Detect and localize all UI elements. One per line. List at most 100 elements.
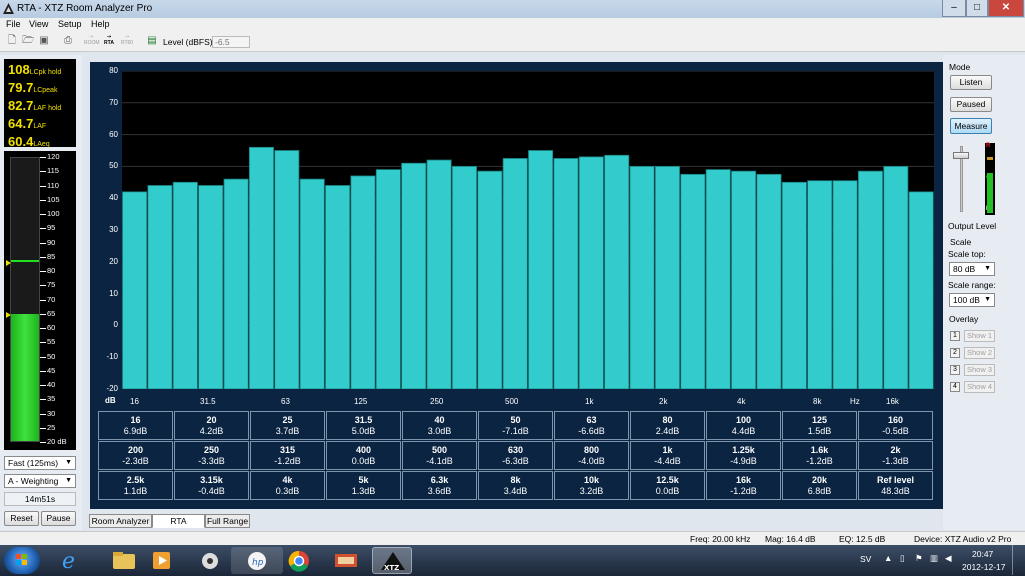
overlay-select-2[interactable]: 2 [950,348,960,358]
band-frequency: 1.6k [810,445,829,455]
level-lcpk-hold: 108LCpk hold [8,62,62,77]
y-tick-label: 80 [109,66,118,75]
scale-range-select[interactable]: 100 dB ▼ [949,293,995,307]
close-button[interactable]: ✕ [988,0,1024,17]
rt60-mode-button[interactable]: ⇢ RT60 [120,34,134,46]
band-value: -6.6dB [578,426,605,436]
windows-logo-icon [16,554,27,565]
taskbar: e hp XTZ SV ▲ ▯ ⚑ ▥ ◀ 20:47 2012-12-17 [0,545,1025,576]
listen-button[interactable]: Listen [950,75,992,90]
output-level-slider[interactable] [951,142,973,214]
meter-tick-mark [40,399,46,401]
band-frequency: 1k [662,445,673,455]
scale-top-label: Scale top: [948,249,986,259]
table-cell: 125 1.5dB [782,411,857,440]
meter-marker-icon [6,311,11,318]
tray-device-icon[interactable]: ▯ [900,553,905,564]
band-frequency: 16k [735,475,752,485]
measure-button[interactable]: Measure [950,118,992,134]
taskbar-ie-icon[interactable]: e [44,547,96,574]
y-tick-label: -20 [106,384,118,393]
overlay-select-4[interactable]: 4 [950,382,960,392]
menu-setup[interactable]: Setup [58,19,82,29]
overlay-show-4-button[interactable]: Show 4 [964,381,995,393]
overlay-show-2-button[interactable]: Show 2 [964,347,995,359]
menu-view[interactable]: View [29,19,48,29]
bar-1.25k [604,154,630,389]
band-frequency: 3.15k [200,475,223,485]
reset-button[interactable]: Reset [4,511,39,526]
taskbar-xtz-icon[interactable]: XTZ [372,547,412,574]
overlay-select-1[interactable]: 1 [950,331,960,341]
tab-rta[interactable]: RTA [152,514,205,528]
band-frequency: 2k [890,445,901,455]
band-value: -4.1dB [426,456,453,466]
scale-label: Scale [950,237,972,247]
overlay-select-3[interactable]: 3 [950,365,960,375]
overlay-show-1-button[interactable]: Show 1 [964,330,995,342]
print-icon[interactable]: ⎙ [62,35,74,47]
tab-room-analyzer[interactable]: Room Analyzer [89,514,152,528]
app-logo-icon [3,3,14,14]
meter-tick-label: 70 [47,294,56,304]
paused-button[interactable]: Paused [950,97,992,112]
meter-tick-mark [40,299,46,301]
title-bar: RTA - XTZ Room Analyzer Pro – □ ✕ [0,0,1025,18]
meter-tick-label: 45 [47,365,56,375]
pause-button[interactable]: Pause [41,511,76,526]
scale-top-select[interactable]: 80 dB ▼ [949,262,995,276]
rta-mode-button[interactable]: ⇢ RTA [102,34,116,46]
band-value: 6.8dB [807,486,832,496]
bar-20k [908,191,934,389]
meter-tick-mark [40,271,46,272]
tray-time[interactable]: 20:47 [972,549,993,559]
menu-help[interactable]: Help [91,19,110,29]
tray-date[interactable]: 2012-12-17 [962,562,1005,572]
overlay-show-3-button[interactable]: Show 3 [964,364,995,376]
tray-arrow-icon[interactable]: ▲ [884,553,892,563]
speed-select[interactable]: Fast (125ms) ▼ [4,456,76,470]
table-cell: 200 -2.3dB [98,441,173,470]
minimize-button[interactable]: – [942,0,966,17]
new-file-icon[interactable]: 🗋 [6,35,18,47]
band-frequency: 400 [355,445,372,455]
level-input[interactable]: -6.5 [212,36,250,48]
tab-full-range[interactable]: Full Range [205,514,250,528]
band-value: -4.0dB [578,456,605,466]
overlay-label: Overlay [949,314,979,324]
x-tick-label: 16k [886,397,899,406]
save-icon[interactable]: ▣ [38,35,50,47]
output-level-slider-thumb[interactable] [953,152,969,159]
tray-network-icon[interactable]: ▥ [930,553,938,564]
maximize-button[interactable]: □ [966,0,988,17]
meter-tick-mark [40,413,46,415]
table-cell: 5k 1.3dB [326,471,401,500]
x-tick-label: 500 [505,397,519,406]
bar-2k [654,166,680,389]
taskbar-chrome-icon[interactable] [273,547,325,574]
table-cell: 80 2.4dB [630,411,705,440]
weighting-select[interactable]: A - Weighting ▼ [4,474,76,488]
spl-meter: 120 115 110 105 100 95 90 85 80 75 70 65 60 55 50 45 40 3… [4,151,76,450]
start-button[interactable] [4,547,40,574]
meter-tick-mark [40,328,46,329]
bar-250 [426,159,452,389]
meter-tick-mark [40,242,46,244]
taskbar-media-center-icon[interactable] [184,547,236,574]
status-bar: Freq: 20.00 kHz Mag: 16.4 dB EQ: 12.5 dB… [0,531,1025,545]
menu-file[interactable]: File [6,19,21,29]
show-desktop-button[interactable] [1012,545,1024,575]
tray-language[interactable]: SV [860,554,871,564]
meter-marker-icon [6,260,11,267]
taskbar-app-icon[interactable] [320,547,372,574]
level-lcpeak: 79.7LCpeak [8,80,58,95]
band-value: 5.0dB [351,426,376,436]
tray-flag-icon[interactable]: ⚑ [915,553,923,564]
menu-bar: File View Setup Help [0,18,1025,32]
taskbar-xtz-label: XTZ [384,564,399,572]
table-cell: 6.3k 3.6dB [402,471,477,500]
tray-volume-icon[interactable]: ◀ [945,553,952,564]
room-mode-button[interactable]: ⇢ ROOM [84,34,100,46]
table-cell: 20k 6.8dB [782,471,857,500]
open-folder-icon[interactable]: 🗁 [22,35,34,47]
